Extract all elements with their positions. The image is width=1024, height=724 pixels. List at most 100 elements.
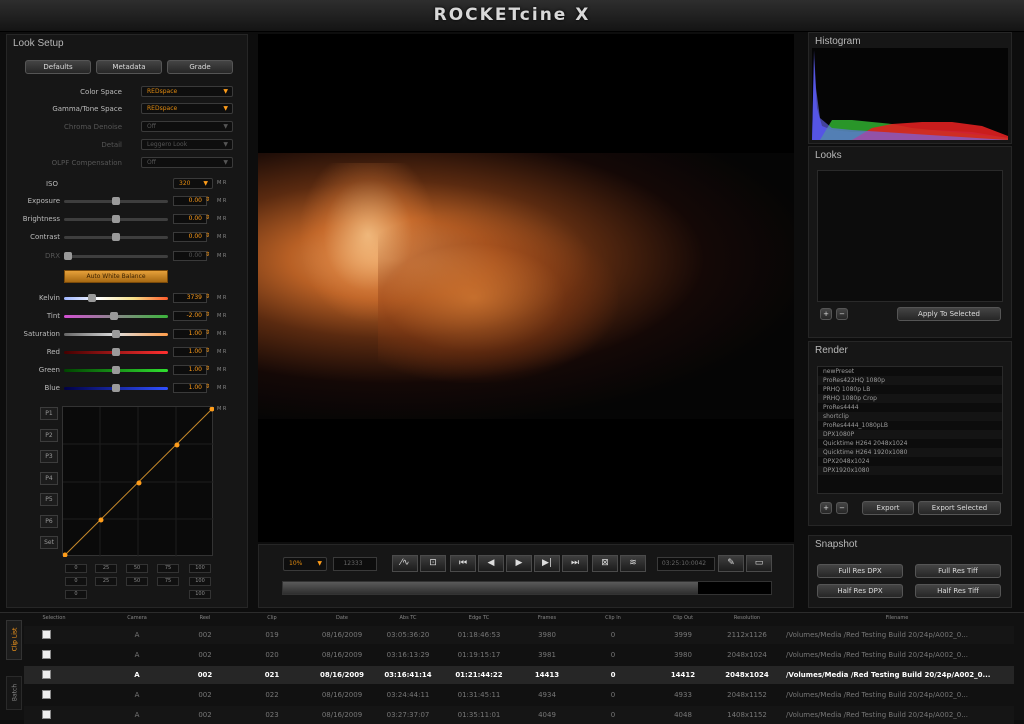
render-preset-item[interactable]: Quicktime H264 1920x1080 bbox=[818, 448, 1002, 457]
color-space-dropdown[interactable]: REDspace ▼ bbox=[141, 86, 233, 97]
fit-button[interactable]: ⊠ bbox=[592, 555, 618, 572]
curve-preset-button-p2[interactable]: P2 bbox=[40, 428, 58, 442]
frame-field[interactable]: 12333 bbox=[333, 557, 377, 571]
zoom-dropdown[interactable]: 10% ▼ bbox=[283, 557, 327, 571]
red-slider[interactable] bbox=[64, 348, 168, 356]
render-preset-item[interactable]: ProRes4444_1080pLB bbox=[818, 421, 1002, 430]
render-preset-item[interactable]: Quicktime H264 2048x1024 bbox=[818, 439, 1002, 448]
go-to-start-button[interactable]: ⏮ bbox=[450, 555, 476, 572]
curve-preset-button-set[interactable]: Set bbox=[40, 536, 58, 549]
curve-preset-button-p5[interactable]: P5 bbox=[40, 493, 58, 506]
render-preset-item[interactable]: DPX1920x1080 bbox=[818, 466, 1002, 475]
apply-to-selected-button[interactable]: Apply To Selected bbox=[897, 307, 1001, 321]
curve-input-y[interactable]: 50 bbox=[126, 577, 148, 586]
row-checkbox[interactable] bbox=[42, 630, 51, 639]
saturation-slider[interactable] bbox=[64, 330, 168, 338]
brightness-value[interactable]: 0.00 bbox=[173, 214, 207, 224]
step-back-button[interactable]: ◀ bbox=[478, 555, 504, 572]
exposure-slider-thumb[interactable] bbox=[112, 197, 120, 205]
column-header-clip-out[interactable]: Clip Out bbox=[654, 615, 712, 621]
render-preset-item[interactable]: DPX1080P bbox=[818, 430, 1002, 439]
column-header-edge-tc[interactable]: Edge TC bbox=[446, 615, 512, 621]
full-res-dpx-button[interactable]: Full Res DPX bbox=[817, 564, 903, 578]
curve-input-y[interactable]: 75 bbox=[157, 577, 179, 586]
brightness-slider[interactable] bbox=[64, 215, 168, 223]
batch-side-tab[interactable]: Batch bbox=[6, 676, 22, 710]
grade-tab[interactable]: Grade bbox=[167, 60, 233, 74]
column-header-selection[interactable]: Selection bbox=[36, 615, 72, 621]
drx-slider-thumb[interactable] bbox=[64, 252, 72, 260]
curve-input-min[interactable]: 0 bbox=[65, 590, 87, 599]
render-preset-item[interactable]: ProRes422HQ 1080p bbox=[818, 376, 1002, 385]
curve-preset-button-p1[interactable]: P1 bbox=[40, 407, 58, 420]
saturation-stepper-icon[interactable]: ⇕ bbox=[205, 329, 210, 336]
render-preset-item[interactable]: PRHQ 1080p LB bbox=[818, 385, 1002, 394]
step-forward-button[interactable]: ▶| bbox=[534, 555, 560, 572]
row-checkbox[interactable] bbox=[42, 670, 51, 679]
curve-input-x[interactable]: 50 bbox=[126, 564, 148, 573]
contrast-value[interactable]: 0.00 bbox=[173, 232, 207, 242]
eyedropper-button[interactable]: ✎ bbox=[718, 555, 744, 572]
column-header-reel[interactable]: Reel bbox=[183, 615, 227, 621]
green-slider[interactable] bbox=[64, 366, 168, 374]
column-header-filename[interactable]: Filename bbox=[786, 615, 1008, 621]
green-stepper-icon[interactable]: ⇕ bbox=[205, 365, 210, 372]
brightness-slider-thumb[interactable] bbox=[112, 215, 120, 223]
loop-button[interactable]: ⊡ bbox=[420, 555, 446, 572]
green-value[interactable]: 1.00 bbox=[173, 365, 207, 375]
exposure-slider[interactable] bbox=[64, 197, 168, 205]
contrast-slider[interactable] bbox=[64, 233, 168, 241]
clip-list-side-tab[interactable]: Clip List bbox=[6, 620, 22, 660]
tint-slider-thumb[interactable] bbox=[110, 312, 119, 320]
render-preset-item[interactable]: shortclip bbox=[818, 412, 1002, 421]
red-value[interactable]: 1.00 bbox=[173, 347, 207, 357]
defaults-tab[interactable]: Defaults bbox=[25, 60, 91, 74]
curve-preset-button-p6[interactable]: P6 bbox=[40, 514, 58, 528]
column-header-frames[interactable]: Frames bbox=[518, 615, 576, 621]
curve-input-x[interactable]: 0 bbox=[65, 564, 87, 573]
full-res-tiff-button[interactable]: Full Res Tiff bbox=[915, 564, 1001, 578]
remove-preset-button[interactable]: − bbox=[836, 502, 848, 514]
saturation-slider-thumb[interactable] bbox=[112, 330, 120, 338]
add-preset-button[interactable]: + bbox=[820, 502, 832, 514]
blue-slider[interactable] bbox=[64, 384, 168, 392]
go-to-end-button[interactable]: ⏭ bbox=[562, 555, 588, 572]
curve-input-x[interactable]: 100 bbox=[189, 564, 211, 573]
iso-dropdown[interactable]: 320 ▼ bbox=[173, 178, 213, 189]
curve-input-x[interactable]: 25 bbox=[95, 564, 117, 573]
kelvin-value[interactable]: 3739 bbox=[173, 293, 207, 303]
export-button[interactable]: Export bbox=[862, 501, 914, 515]
export-selected-button[interactable]: Export Selected bbox=[918, 501, 1001, 515]
kelvin-slider[interactable] bbox=[64, 294, 168, 302]
drx-stepper-icon[interactable]: ⇕ bbox=[205, 251, 210, 258]
curve-input-max[interactable]: 100 bbox=[189, 590, 211, 599]
chroma-denoise-dropdown[interactable]: Off ▼ bbox=[141, 121, 233, 132]
green-slider-thumb[interactable] bbox=[112, 366, 120, 374]
tint-slider[interactable] bbox=[64, 312, 168, 320]
curve-input-y[interactable]: 100 bbox=[189, 577, 211, 586]
remove-look-button[interactable]: − bbox=[836, 308, 848, 320]
exposure-value[interactable]: 0.00 bbox=[173, 196, 207, 206]
curve-input-x[interactable]: 75 bbox=[157, 564, 179, 573]
column-header-abs-tc[interactable]: Abs TC bbox=[376, 615, 440, 621]
curve-editor[interactable] bbox=[62, 406, 215, 558]
contrast-slider-thumb[interactable] bbox=[112, 233, 120, 241]
mark-in-out-button[interactable]: ⁄∿ bbox=[392, 555, 418, 572]
gamma-space-dropdown[interactable]: REDspace ▼ bbox=[141, 103, 233, 114]
kelvin-slider-thumb[interactable] bbox=[88, 294, 96, 302]
exposure-stepper-icon[interactable]: ⇕ bbox=[205, 196, 210, 203]
curve-input-y[interactable]: 0 bbox=[65, 577, 87, 586]
add-look-button[interactable]: + bbox=[820, 308, 832, 320]
column-header-date[interactable]: Date bbox=[312, 615, 372, 621]
scrub-bar[interactable] bbox=[282, 581, 772, 595]
row-checkbox[interactable] bbox=[42, 710, 51, 719]
timecode-field[interactable]: 03:25:10:0042 bbox=[657, 557, 715, 571]
column-header-camera[interactable]: Camera bbox=[112, 615, 162, 621]
tint-stepper-icon[interactable]: ⇕ bbox=[205, 311, 210, 318]
contrast-stepper-icon[interactable]: ⇕ bbox=[205, 232, 210, 239]
render-preset-item[interactable]: newPreset bbox=[818, 367, 1002, 376]
curve-preset-button-p4[interactable]: P4 bbox=[40, 471, 58, 485]
detail-dropdown[interactable]: Leggero Look ▼ bbox=[141, 139, 233, 150]
row-checkbox[interactable] bbox=[42, 690, 51, 699]
video-viewer[interactable] bbox=[258, 34, 794, 542]
